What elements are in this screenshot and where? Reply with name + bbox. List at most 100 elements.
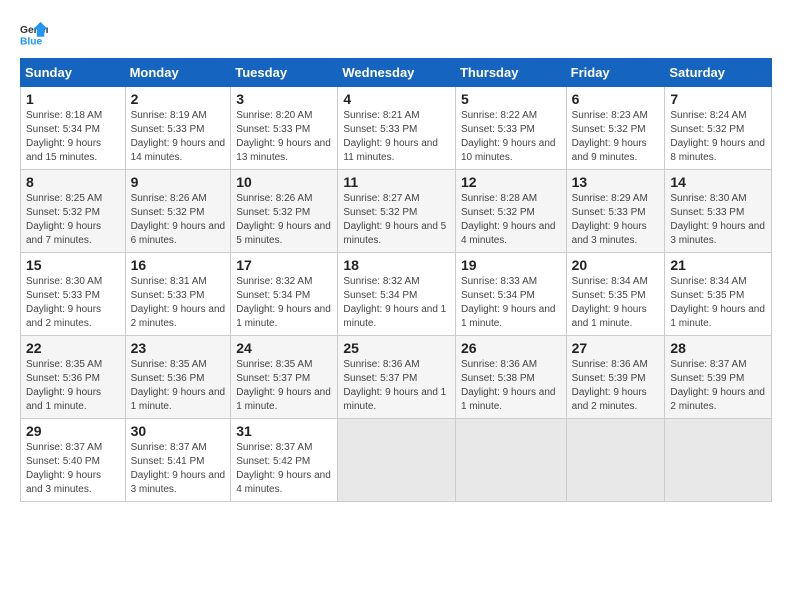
calendar-cell: 1Sunrise: 8:18 AM Sunset: 5:34 PM Daylig…	[21, 87, 126, 170]
day-number: 10	[236, 174, 332, 190]
calendar-cell: 21 Sunrise: 8:34 AM Sunset: 5:35 PM Dayli…	[665, 253, 772, 336]
day-number: 9	[131, 174, 226, 190]
day-number: 4	[343, 91, 450, 107]
calendar-cell: 30Sunrise: 8:37 AM Sunset: 5:41 PM Dayli…	[125, 419, 231, 502]
day-info: Sunrise: 8:33 AM Sunset: 5:34 PM Dayligh…	[461, 275, 561, 331]
day-number: 21	[670, 257, 766, 273]
day-number: 3	[236, 91, 332, 107]
day-number: 14	[670, 174, 766, 190]
page-header: General Blue	[20, 20, 772, 48]
day-info: Sunrise: 8:32 AM Sunset: 5:34 PM Dayligh…	[343, 275, 450, 331]
day-info: Sunrise: 8:37 AM Sunset: 5:39 PM Dayligh…	[670, 358, 766, 414]
calendar-cell: 6 Sunrise: 8:23 AM Sunset: 5:32 PM Daylig…	[566, 87, 665, 170]
day-number: 18	[343, 257, 450, 273]
column-header-thursday: Thursday	[455, 59, 566, 87]
day-number: 23	[131, 340, 226, 356]
day-number: 1	[26, 91, 120, 107]
calendar-cell: 18 Sunrise: 8:32 AM Sunset: 5:34 PM Dayli…	[338, 253, 456, 336]
day-info: Sunrise: 8:26 AM Sunset: 5:32 PM Dayligh…	[131, 192, 226, 248]
day-number: 17	[236, 257, 332, 273]
day-info: Sunrise: 8:22 AM Sunset: 5:33 PM Dayligh…	[461, 109, 561, 165]
calendar-cell	[338, 419, 456, 502]
column-header-sunday: Sunday	[21, 59, 126, 87]
day-number: 15	[26, 257, 120, 273]
calendar-cell: 5 Sunrise: 8:22 AM Sunset: 5:33 PM Daylig…	[455, 87, 566, 170]
calendar-cell: 12Sunrise: 8:28 AM Sunset: 5:32 PM Dayli…	[455, 170, 566, 253]
calendar-cell	[665, 419, 772, 502]
calendar-week-row: 22 Sunrise: 8:35 AM Sunset: 5:36 PM Dayli…	[21, 336, 772, 419]
day-info: Sunrise: 8:37 AM Sunset: 5:40 PM Dayligh…	[26, 441, 120, 497]
day-number: 31	[236, 423, 332, 439]
day-info: Sunrise: 8:34 AM Sunset: 5:35 PM Dayligh…	[572, 275, 660, 331]
day-info: Sunrise: 8:20 AM Sunset: 5:33 PM Dayligh…	[236, 109, 332, 165]
calendar-cell	[455, 419, 566, 502]
calendar-cell: 17 Sunrise: 8:32 AM Sunset: 5:34 PM Dayli…	[231, 253, 338, 336]
day-number: 25	[343, 340, 450, 356]
day-info: Sunrise: 8:19 AM Sunset: 5:33 PM Dayligh…	[131, 109, 226, 165]
calendar-cell: 24 Sunrise: 8:35 AM Sunset: 5:37 PM Dayli…	[231, 336, 338, 419]
column-header-monday: Monday	[125, 59, 231, 87]
calendar-cell: 7Sunrise: 8:24 AM Sunset: 5:32 PM Daylig…	[665, 87, 772, 170]
day-info: Sunrise: 8:35 AM Sunset: 5:36 PM Dayligh…	[131, 358, 226, 414]
day-info: Sunrise: 8:35 AM Sunset: 5:37 PM Dayligh…	[236, 358, 332, 414]
day-number: 27	[572, 340, 660, 356]
day-number: 19	[461, 257, 561, 273]
day-number: 7	[670, 91, 766, 107]
day-info: Sunrise: 8:32 AM Sunset: 5:34 PM Dayligh…	[236, 275, 332, 331]
calendar-week-row: 29Sunrise: 8:37 AM Sunset: 5:40 PM Dayli…	[21, 419, 772, 502]
day-info: Sunrise: 8:21 AM Sunset: 5:33 PM Dayligh…	[343, 109, 450, 165]
day-info: Sunrise: 8:30 AM Sunset: 5:33 PM Dayligh…	[26, 275, 120, 331]
column-header-saturday: Saturday	[665, 59, 772, 87]
calendar-cell: 16 Sunrise: 8:31 AM Sunset: 5:33 PM Dayli…	[125, 253, 231, 336]
column-header-tuesday: Tuesday	[231, 59, 338, 87]
day-number: 2	[131, 91, 226, 107]
day-number: 24	[236, 340, 332, 356]
calendar-cell: 22Sunrise: 8:35 AM Sunset: 5:36 PM Dayli…	[21, 336, 126, 419]
day-info: Sunrise: 8:36 AM Sunset: 5:38 PM Dayligh…	[461, 358, 561, 414]
day-number: 11	[343, 174, 450, 190]
calendar-cell: 19 Sunrise: 8:33 AM Sunset: 5:34 PM Dayli…	[455, 253, 566, 336]
day-info: Sunrise: 8:25 AM Sunset: 5:32 PM Dayligh…	[26, 192, 120, 248]
calendar-header-row: SundayMondayTuesdayWednesdayThursdayFrid…	[21, 59, 772, 87]
calendar-cell: 10Sunrise: 8:26 AM Sunset: 5:32 PM Dayli…	[231, 170, 338, 253]
calendar-cell: 3 Sunrise: 8:20 AM Sunset: 5:33 PM Daylig…	[231, 87, 338, 170]
calendar-cell: 31 Sunrise: 8:37 AM Sunset: 5:42 PM Dayli…	[231, 419, 338, 502]
calendar-cell: 27Sunrise: 8:36 AM Sunset: 5:39 PM Dayli…	[566, 336, 665, 419]
calendar-cell: 9 Sunrise: 8:26 AM Sunset: 5:32 PM Daylig…	[125, 170, 231, 253]
calendar-cell: 29Sunrise: 8:37 AM Sunset: 5:40 PM Dayli…	[21, 419, 126, 502]
calendar-cell: 26Sunrise: 8:36 AM Sunset: 5:38 PM Dayli…	[455, 336, 566, 419]
logo-icon: General Blue	[20, 20, 48, 48]
day-info: Sunrise: 8:31 AM Sunset: 5:33 PM Dayligh…	[131, 275, 226, 331]
calendar-week-row: 1Sunrise: 8:18 AM Sunset: 5:34 PM Daylig…	[21, 87, 772, 170]
calendar-cell: 25Sunrise: 8:36 AM Sunset: 5:37 PM Dayli…	[338, 336, 456, 419]
calendar-cell: 23 Sunrise: 8:35 AM Sunset: 5:36 PM Dayli…	[125, 336, 231, 419]
day-number: 13	[572, 174, 660, 190]
calendar-cell: 15 Sunrise: 8:30 AM Sunset: 5:33 PM Dayli…	[21, 253, 126, 336]
calendar-cell: 4 Sunrise: 8:21 AM Sunset: 5:33 PM Daylig…	[338, 87, 456, 170]
calendar-cell: 11 Sunrise: 8:27 AM Sunset: 5:32 PM Dayli…	[338, 170, 456, 253]
calendar-cell: 28 Sunrise: 8:37 AM Sunset: 5:39 PM Dayli…	[665, 336, 772, 419]
day-number: 30	[131, 423, 226, 439]
day-info: Sunrise: 8:34 AM Sunset: 5:35 PM Dayligh…	[670, 275, 766, 331]
day-number: 22	[26, 340, 120, 356]
calendar-cell: 13 Sunrise: 8:29 AM Sunset: 5:33 PM Dayli…	[566, 170, 665, 253]
day-number: 8	[26, 174, 120, 190]
calendar-table: SundayMondayTuesdayWednesdayThursdayFrid…	[20, 58, 772, 502]
day-number: 6	[572, 91, 660, 107]
day-info: Sunrise: 8:23 AM Sunset: 5:32 PM Dayligh…	[572, 109, 660, 165]
calendar-cell: 8 Sunrise: 8:25 AM Sunset: 5:32 PM Daylig…	[21, 170, 126, 253]
column-header-wednesday: Wednesday	[338, 59, 456, 87]
day-info: Sunrise: 8:28 AM Sunset: 5:32 PM Dayligh…	[461, 192, 561, 248]
day-info: Sunrise: 8:30 AM Sunset: 5:33 PM Dayligh…	[670, 192, 766, 248]
svg-text:Blue: Blue	[20, 36, 43, 47]
day-number: 28	[670, 340, 766, 356]
calendar-cell	[566, 419, 665, 502]
calendar-cell: 2 Sunrise: 8:19 AM Sunset: 5:33 PM Daylig…	[125, 87, 231, 170]
day-info: Sunrise: 8:29 AM Sunset: 5:33 PM Dayligh…	[572, 192, 660, 248]
calendar-week-row: 8 Sunrise: 8:25 AM Sunset: 5:32 PM Daylig…	[21, 170, 772, 253]
day-info: Sunrise: 8:27 AM Sunset: 5:32 PM Dayligh…	[343, 192, 450, 248]
day-number: 20	[572, 257, 660, 273]
day-number: 16	[131, 257, 226, 273]
day-number: 5	[461, 91, 561, 107]
day-info: Sunrise: 8:37 AM Sunset: 5:42 PM Dayligh…	[236, 441, 332, 497]
